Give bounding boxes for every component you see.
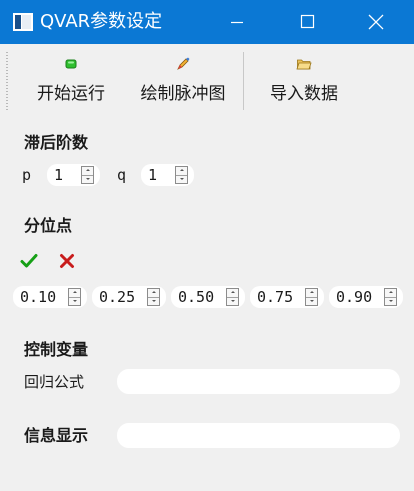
quantile-value[interactable]: 0.25	[99, 288, 135, 306]
quantile-value[interactable]: 0.50	[178, 288, 214, 306]
q-step-down-arrow-icon[interactable]	[176, 175, 187, 183]
green-checkmark-icon[interactable]	[20, 252, 38, 270]
import-data-button[interactable]: 导入数据	[262, 52, 346, 112]
quantiles-heading: 分位点	[24, 216, 73, 235]
q-label: q	[117, 166, 127, 184]
draw-impulse-button[interactable]: 绘制脉冲图	[134, 52, 232, 112]
step-down-arrow-icon[interactable]	[148, 297, 159, 305]
pencil-draw-icon	[177, 57, 190, 70]
info-display-field[interactable]	[117, 423, 400, 448]
p-stepper[interactable]	[81, 166, 94, 184]
green-run-icon	[65, 59, 77, 69]
info-display-heading: 信息显示	[24, 426, 89, 445]
quantile-stepper[interactable]	[384, 288, 397, 306]
quantile-stepper[interactable]	[226, 288, 239, 306]
quantile-value[interactable]: 0.75	[257, 288, 293, 306]
quantile-spinbox-5[interactable]: 0.90	[329, 286, 403, 308]
red-cross-icon[interactable]	[58, 252, 76, 270]
toolbar-separator	[243, 52, 244, 110]
qvar-settings-window: QVAR参数设定 开始运行 绘制脉冲图 导入数据 滞后阶数 p 1 q 1 分位…	[0, 0, 414, 491]
quantile-value[interactable]: 0.10	[20, 288, 56, 306]
p-step-down-arrow-icon[interactable]	[82, 175, 93, 183]
step-down-arrow-icon[interactable]	[227, 297, 238, 305]
maximize-button[interactable]	[284, 0, 330, 44]
step-down-arrow-icon[interactable]	[306, 297, 317, 305]
draw-impulse-label: 绘制脉冲图	[140, 84, 226, 104]
toolbar-grip[interactable]	[6, 52, 8, 110]
minimize-icon	[231, 21, 243, 24]
q-stepper[interactable]	[175, 166, 188, 184]
step-down-arrow-icon[interactable]	[385, 297, 396, 305]
q-spinbox[interactable]: 1	[141, 164, 194, 186]
step-down-arrow-icon[interactable]	[69, 297, 80, 305]
quantile-spinbox-2[interactable]: 0.25	[92, 286, 166, 308]
quantile-spinbox-1[interactable]: 0.10	[13, 286, 87, 308]
app-window-icon	[13, 13, 33, 31]
p-spinbox[interactable]: 1	[47, 164, 100, 186]
title-bar[interactable]: QVAR参数设定	[0, 0, 414, 44]
regression-formula-input[interactable]	[117, 369, 400, 394]
quantile-stepper[interactable]	[68, 288, 81, 306]
window-title: QVAR参数设定	[40, 11, 163, 32]
start-run-label: 开始运行	[37, 84, 105, 104]
close-button[interactable]	[353, 0, 399, 44]
p-value[interactable]: 1	[54, 166, 63, 184]
folder-open-icon	[296, 59, 312, 70]
quantile-value[interactable]: 0.90	[336, 288, 372, 306]
import-data-label: 导入数据	[270, 84, 338, 104]
quantile-stepper[interactable]	[305, 288, 318, 306]
quantile-spinbox-3[interactable]: 0.50	[171, 286, 245, 308]
lag-order-heading: 滞后阶数	[24, 133, 89, 152]
quantile-spinbox-4[interactable]: 0.75	[250, 286, 324, 308]
start-run-button[interactable]: 开始运行	[30, 52, 112, 112]
q-value[interactable]: 1	[148, 166, 157, 184]
quantile-stepper[interactable]	[147, 288, 160, 306]
p-label: p	[22, 166, 32, 184]
minimize-button[interactable]	[214, 0, 260, 44]
close-icon	[368, 14, 384, 30]
maximize-icon	[300, 14, 315, 29]
regression-formula-label: 回归公式	[24, 373, 85, 391]
toolbar: 开始运行 绘制脉冲图 导入数据	[0, 44, 414, 118]
control-variables-heading: 控制变量	[24, 340, 89, 359]
